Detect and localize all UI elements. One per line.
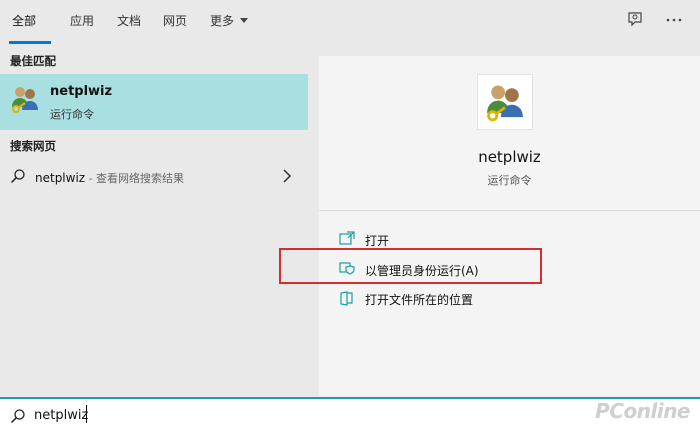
web-search-query: netplwiz bbox=[35, 171, 86, 185]
tab-apps[interactable]: 应用 bbox=[70, 12, 94, 29]
best-match-heading: 最佳匹配 bbox=[10, 54, 56, 68]
active-tab-indicator bbox=[9, 41, 51, 44]
open-file-location-label: 打开文件所在的位置 bbox=[365, 293, 474, 307]
web-search-heading: 搜索网页 bbox=[10, 139, 56, 153]
tab-web[interactable]: 网页 bbox=[163, 12, 187, 29]
run-as-admin-label: 以管理员身份运行(A) bbox=[365, 264, 479, 278]
web-search-suffix: - 查看网络搜索结果 bbox=[85, 172, 185, 185]
tab-more-label: 更多 bbox=[210, 14, 235, 28]
web-search-result[interactable]: netplwiz - 查看网络搜索结果 bbox=[0, 162, 308, 192]
folder-location-icon bbox=[340, 291, 353, 306]
more-options-icon[interactable] bbox=[664, 10, 684, 30]
search-input[interactable] bbox=[34, 403, 534, 427]
open-action-label: 打开 bbox=[365, 234, 390, 248]
open-action[interactable]: 打开 bbox=[339, 228, 539, 250]
users-key-icon bbox=[12, 87, 38, 113]
tab-documents[interactable]: 文档 bbox=[117, 12, 141, 29]
feedback-icon[interactable] bbox=[626, 10, 646, 30]
chevron-down-icon bbox=[240, 18, 249, 23]
best-match-subtitle: 运行命令 bbox=[50, 108, 94, 121]
detail-divider bbox=[319, 210, 700, 211]
text-caret bbox=[86, 405, 87, 423]
results-pane: 最佳匹配 netplwiz 运行命令 搜索网页 netplwiz - 查看网络搜… bbox=[0, 46, 308, 396]
open-file-location-action[interactable]: 打开文件所在的位置 bbox=[339, 287, 539, 309]
users-key-icon bbox=[487, 85, 523, 122]
watermark-logo: PConline bbox=[595, 399, 690, 423]
top-tab-bar: 全部 应用 文档 网页 更多 bbox=[0, 0, 700, 46]
search-bar: PConline bbox=[0, 397, 700, 431]
detail-app-icon bbox=[477, 74, 533, 130]
tab-all[interactable]: 全部 bbox=[12, 12, 36, 29]
chevron-right-icon[interactable] bbox=[282, 169, 292, 183]
shield-icon bbox=[339, 262, 355, 275]
web-search-text: netplwiz - 查看网络搜索结果 bbox=[35, 170, 184, 186]
run-as-admin-action[interactable]: 以管理员身份运行(A) bbox=[339, 258, 539, 280]
open-icon bbox=[339, 231, 355, 245]
search-icon bbox=[10, 169, 25, 184]
best-match-item[interactable]: netplwiz 运行命令 bbox=[0, 74, 308, 130]
detail-pane: netplwiz 运行命令 打开 以管理员身份运行(A) 打开文件所在的位置 bbox=[319, 56, 700, 396]
detail-subtitle: 运行命令 bbox=[487, 174, 532, 187]
detail-title: netplwiz bbox=[478, 148, 541, 166]
tab-more[interactable]: 更多 bbox=[210, 12, 249, 29]
search-icon bbox=[10, 409, 25, 424]
best-match-title: netplwiz bbox=[50, 84, 113, 99]
